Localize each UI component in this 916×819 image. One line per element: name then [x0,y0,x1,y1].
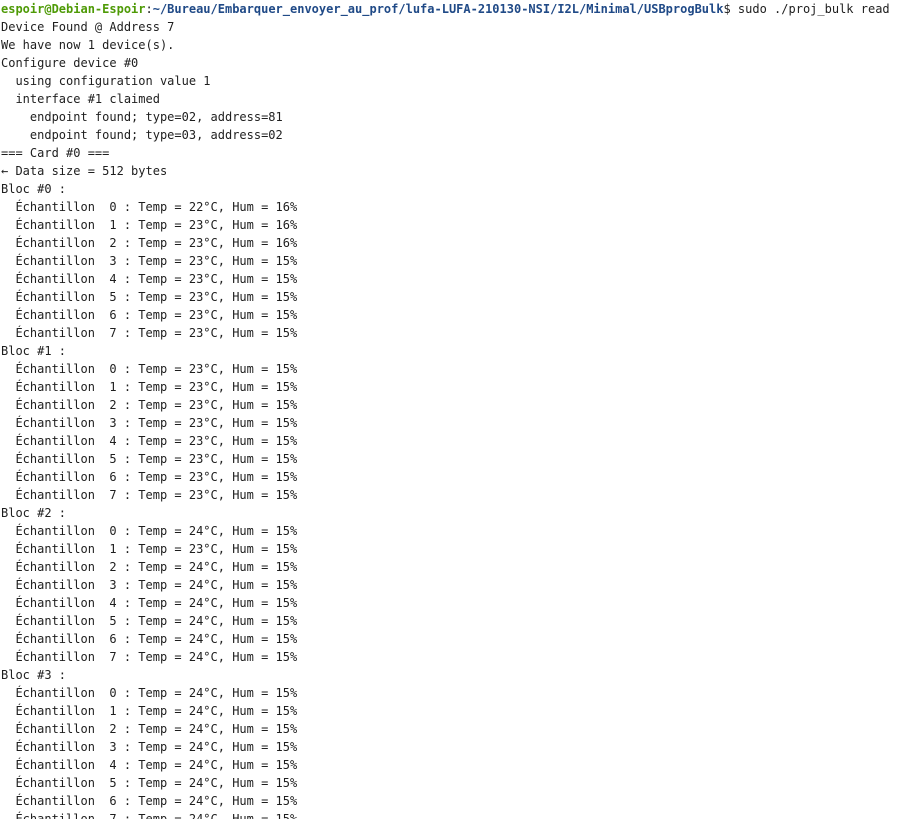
output-line: Échantillon 0 : Temp = 24°C, Hum = 15% [1,524,298,538]
prompt-path: ~/Bureau/Embarquer_envoyer_au_prof/lufa-… [152,2,724,16]
output-line: Échantillon 0 : Temp = 23°C, Hum = 15% [1,362,298,376]
output-line: Échantillon 1 : Temp = 24°C, Hum = 15% [1,704,298,718]
output-line: Échantillon 1 : Temp = 23°C, Hum = 15% [1,380,298,394]
output-line: Échantillon 6 : Temp = 24°C, Hum = 15% [1,794,298,808]
output-line: Bloc #0 : [1,182,67,196]
output-line: using configuration value 1 [1,74,211,88]
output-line: Configure device #0 [1,56,139,70]
output-line: endpoint found; type=02, address=81 [1,110,283,124]
output-line: Échantillon 6 : Temp = 23°C, Hum = 15% [1,308,298,322]
prompt-user-host: espoir@Debian-Espoir [1,2,146,16]
output-line: Échantillon 6 : Temp = 23°C, Hum = 15% [1,470,298,484]
output-line: Échantillon 1 : Temp = 23°C, Hum = 15% [1,542,298,556]
output-line: Bloc #1 : [1,344,67,358]
output-line: Échantillon 2 : Temp = 23°C, Hum = 15% [1,398,298,412]
output-line: ← Data size = 512 bytes [1,164,168,178]
output-line: Échantillon 2 : Temp = 24°C, Hum = 15% [1,722,298,736]
output-line: Échantillon 3 : Temp = 24°C, Hum = 15% [1,740,298,754]
terminal-window[interactable]: espoir@Debian-Espoir:~/Bureau/Embarquer_… [0,0,916,819]
output-line: Échantillon 2 : Temp = 23°C, Hum = 16% [1,236,298,250]
prompt-command: $ sudo ./proj_bulk read [723,2,890,16]
output-line: Échantillon 7 : Temp = 23°C, Hum = 15% [1,488,298,502]
output-line: === Card #0 === [1,146,110,160]
output-line: Échantillon 2 : Temp = 24°C, Hum = 15% [1,560,298,574]
output-line: Device Found @ Address 7 [1,20,175,34]
output-line: Échantillon 0 : Temp = 24°C, Hum = 15% [1,686,298,700]
output-line: Échantillon 3 : Temp = 23°C, Hum = 15% [1,254,298,268]
output-line: Échantillon 3 : Temp = 24°C, Hum = 15% [1,578,298,592]
output-line: Échantillon 6 : Temp = 24°C, Hum = 15% [1,632,298,646]
output-line: Échantillon 4 : Temp = 24°C, Hum = 15% [1,596,298,610]
output-line: Échantillon 7 : Temp = 24°C, Hum = 15% [1,812,298,819]
output-line: Bloc #2 : [1,506,67,520]
output-line: Échantillon 5 : Temp = 24°C, Hum = 15% [1,614,298,628]
output-line: Échantillon 4 : Temp = 23°C, Hum = 15% [1,272,298,286]
output-line: endpoint found; type=03, address=02 [1,128,283,142]
output-line: Échantillon 1 : Temp = 23°C, Hum = 16% [1,218,298,232]
output-line: Échantillon 3 : Temp = 23°C, Hum = 15% [1,416,298,430]
prompt-line: espoir@Debian-Espoir:~/Bureau/Embarquer_… [1,0,890,18]
output-line: Échantillon 4 : Temp = 23°C, Hum = 15% [1,434,298,448]
prompt-separator: : [145,2,153,16]
output-line: Échantillon 5 : Temp = 23°C, Hum = 15% [1,290,298,304]
output-line: We have now 1 device(s). [1,38,175,52]
output-line: Bloc #3 : [1,668,67,682]
output-line: Échantillon 5 : Temp = 23°C, Hum = 15% [1,452,298,466]
output-line: Échantillon 5 : Temp = 24°C, Hum = 15% [1,776,298,790]
output-line: interface #1 claimed [1,92,160,106]
output-line: Échantillon 7 : Temp = 23°C, Hum = 15% [1,326,298,340]
output-line: Échantillon 7 : Temp = 24°C, Hum = 15% [1,650,298,664]
output-line: Échantillon 4 : Temp = 24°C, Hum = 15% [1,758,298,772]
output-line: Échantillon 0 : Temp = 22°C, Hum = 16% [1,200,298,214]
